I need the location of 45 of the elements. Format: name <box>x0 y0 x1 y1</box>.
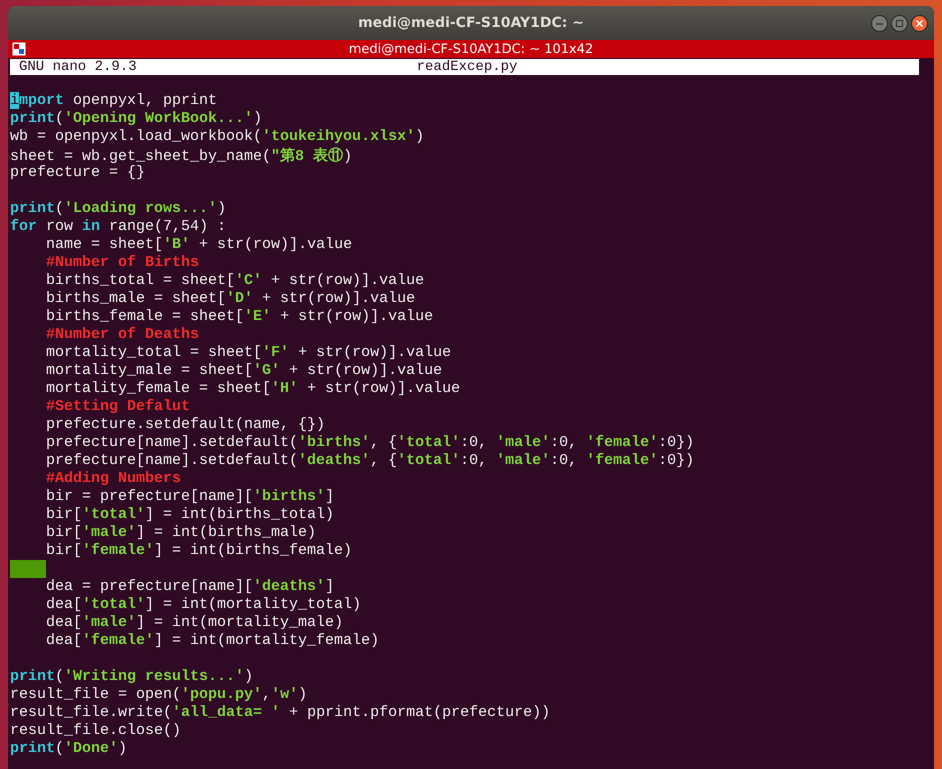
maximize-button[interactable] <box>891 15 908 32</box>
code-line: births_total = sheet['C' + str(row)].value <box>46 272 424 290</box>
code-line: dea['total'] = int(mortality_total) <box>46 596 362 614</box>
window-title: medi@medi-CF-S10AY1DC: ~ <box>358 15 584 31</box>
code-line: print('Writing results...') <box>10 668 254 686</box>
code-line: wb = openpyxl.load_workbook('toukeihyou.xlsx') <box>10 128 424 146</box>
code-line: print('Loading rows...') <box>10 200 226 218</box>
code-line: print('Opening WorkBook...') <box>10 110 262 128</box>
terminal-title: medi@medi-CF-S10AY1DC: ~ 101x42 <box>348 42 594 56</box>
code-line: prefecture.setdefault(name, {}) <box>46 416 326 434</box>
code-line: print('Done') <box>10 740 128 758</box>
code-line: births_male = sheet['D' + str(row)].value <box>46 290 416 308</box>
code-line: result_file.close() <box>10 722 182 740</box>
close-icon <box>915 19 924 28</box>
code-line: #Number of Births <box>46 254 200 272</box>
file-name: readExcep.py <box>416 59 518 75</box>
maximize-icon <box>895 19 904 28</box>
code-line: dea['male'] = int(mortality_male) <box>46 614 344 632</box>
code-line: bir['female'] = int(births_female) <box>46 542 352 560</box>
code-line: result_file = open('popu.py','w') <box>10 686 308 704</box>
code-line: #Setting Defalut <box>46 398 190 416</box>
whitespace-highlight <box>10 560 46 578</box>
code-line: prefecture[name].setdefault('deaths', {'total':0, 'male':0, 'female':0}) <box>46 452 694 470</box>
code-line: import openpyxl, pprint <box>10 92 218 110</box>
code-line: #Number of Deaths <box>46 326 200 344</box>
code-line: name = sheet['B' + str(row)].value <box>46 236 352 254</box>
terminal-menu-icon[interactable] <box>12 42 26 56</box>
code-line: result_file.write('all_data= ' + pprint.pformat(prefecture)) <box>10 704 550 722</box>
code-line: bir = prefecture[name]['births'] <box>46 488 334 506</box>
code-line: mortality_male = sheet['G' + str(row)].value <box>46 362 442 380</box>
code-line: sheet = wb.get_sheet_by_name("第8 表⑪) <box>10 146 352 164</box>
minimize-button[interactable] <box>871 15 888 32</box>
code-line: mortality_total = sheet['F' + str(row)].value <box>46 344 452 362</box>
code-line: bir['male'] = int(births_male) <box>46 524 316 542</box>
nano-version: GNU nano 2.9.3 <box>19 59 137 75</box>
code-line: births_female = sheet['E' + str(row)].value <box>46 308 434 326</box>
close-button[interactable] <box>911 15 928 32</box>
code-line: prefecture[name].setdefault('births', {'total':0, 'male':0, 'female':0}) <box>46 434 694 452</box>
code-line: mortality_female = sheet['H' + str(row)].value <box>46 380 460 398</box>
code-line: dea = prefecture[name]['deaths'] <box>46 578 334 596</box>
code-line: dea['female'] = int(mortality_female) <box>46 632 380 650</box>
code-line: bir['total'] = int(births_total) <box>46 506 334 524</box>
code-line: #Adding Numbers <box>46 470 182 488</box>
code-line: prefecture = {} <box>10 164 146 182</box>
code-line: for row in range(7,54) : <box>10 218 226 236</box>
